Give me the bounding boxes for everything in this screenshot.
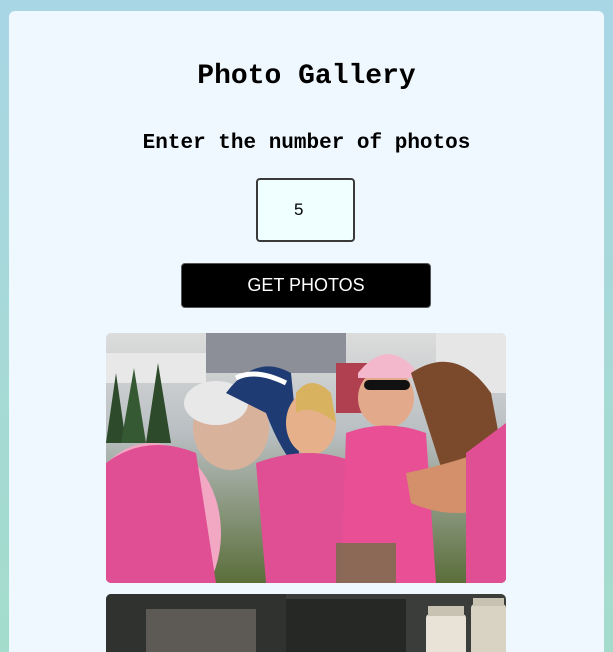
photo-count-prompt: Enter the number of photos — [142, 132, 471, 155]
photo-kitchen-jars — [106, 594, 506, 652]
gallery-photo — [106, 333, 506, 583]
photo-pink-walkers — [106, 333, 506, 583]
gallery-card: Photo Gallery Enter the number of photos… — [9, 11, 604, 652]
gallery-photo — [106, 594, 506, 652]
photo-count-input[interactable] — [256, 178, 355, 242]
page-title: Photo Gallery — [197, 61, 416, 92]
get-photos-button[interactable]: GET PHOTOS — [181, 263, 431, 308]
